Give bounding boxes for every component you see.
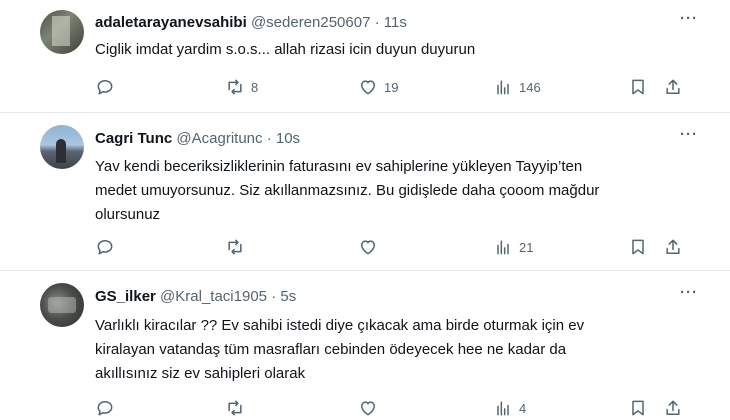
reply-button[interactable] bbox=[95, 236, 121, 258]
separator-dot: · bbox=[374, 14, 380, 31]
avatar-image bbox=[48, 297, 76, 313]
share-button[interactable] bbox=[663, 397, 683, 419]
retweet-button[interactable] bbox=[225, 397, 251, 419]
avatar-image bbox=[56, 139, 66, 163]
bookmark-icon bbox=[632, 79, 644, 95]
view-count: 146 bbox=[519, 79, 541, 95]
more-dots-icon[interactable]: ··· bbox=[680, 10, 698, 27]
view-count: 21 bbox=[519, 239, 534, 255]
reply-icon bbox=[97, 240, 113, 255]
tweet-text: Varlıklı kiracılar ?? Ev sahibi istedi d… bbox=[95, 314, 695, 386]
avatar-image bbox=[52, 16, 70, 46]
retweet-button[interactable]: 8 bbox=[225, 76, 258, 98]
user-handle[interactable]: @Kral_taci1905 bbox=[160, 288, 267, 305]
separator-dot: · bbox=[266, 130, 272, 147]
share-icon bbox=[666, 400, 680, 415]
heart-icon bbox=[361, 401, 375, 416]
retweet-icon bbox=[228, 400, 242, 416]
share-button[interactable] bbox=[663, 236, 683, 258]
tweet-text: Yav kendi beceriksizliklerinin faturasın… bbox=[95, 155, 695, 227]
views-button[interactable]: 146 bbox=[493, 76, 541, 98]
user-handle[interactable]: @sederen250607 bbox=[251, 14, 371, 31]
share-button[interactable] bbox=[663, 76, 683, 98]
retweet-button[interactable] bbox=[225, 236, 251, 258]
view-count: 4 bbox=[519, 400, 527, 416]
tweet-text-line: Ciglik imdat yardim s.o.s... allah rizas… bbox=[95, 41, 476, 58]
tweet-text: Ciglik imdat yardim s.o.s... allah rizas… bbox=[95, 38, 695, 62]
tweet-feed: adaletarayanevsahibi @sederen250607 · 11… bbox=[0, 0, 730, 420]
like-button[interactable]: 19 bbox=[358, 76, 398, 98]
tweet-header: adaletarayanevsahibi @sederen250607 · 11… bbox=[95, 14, 407, 31]
tweet-text-line: Yav kendi beceriksizliklerinin faturasın… bbox=[95, 158, 583, 175]
more-dots-icon[interactable]: ··· bbox=[680, 284, 698, 301]
avatar[interactable] bbox=[40, 10, 84, 54]
avatar[interactable] bbox=[40, 125, 84, 169]
bookmark-icon bbox=[632, 400, 644, 416]
tweet-actions: 8 19 146 bbox=[95, 76, 685, 98]
timestamp[interactable]: 11s bbox=[384, 14, 407, 31]
tweet-text-line: medet umuyorsunuz. Siz akıllanmazsınız. … bbox=[95, 182, 600, 199]
tweet-actions: 21 bbox=[95, 236, 685, 258]
views-chart-icon bbox=[497, 80, 509, 95]
user-handle[interactable]: @Acagritunc bbox=[176, 130, 262, 147]
like-button[interactable] bbox=[358, 397, 384, 419]
tweet-text-line: kiralayan vatandaş tüm masrafları cebind… bbox=[95, 341, 567, 358]
reply-button[interactable] bbox=[95, 76, 121, 98]
tweet-header: GS_ilker @Kral_taci1905 · 5s bbox=[95, 288, 296, 305]
tweet[interactable]: Cagri Tunc @Acagritunc · 10s ··· Yav ken… bbox=[0, 113, 730, 270]
reply-button[interactable] bbox=[95, 397, 121, 419]
timestamp[interactable]: 5s bbox=[280, 288, 296, 305]
views-chart-icon bbox=[497, 240, 509, 255]
heart-icon bbox=[361, 80, 375, 95]
timestamp[interactable]: 10s bbox=[276, 130, 300, 147]
reply-icon bbox=[97, 401, 113, 416]
views-chart-icon bbox=[497, 401, 509, 416]
share-icon bbox=[666, 79, 680, 94]
tweet[interactable]: adaletarayanevsahibi @sederen250607 · 11… bbox=[0, 0, 730, 112]
reply-icon bbox=[97, 80, 113, 95]
views-button[interactable]: 4 bbox=[493, 397, 526, 419]
tweet-text-line: olursunuz bbox=[95, 206, 161, 223]
tweet[interactable]: GS_ilker @Kral_taci1905 · 5s ··· Varlıkl… bbox=[0, 271, 730, 420]
like-button[interactable] bbox=[358, 236, 384, 258]
views-button[interactable]: 21 bbox=[493, 236, 533, 258]
bookmark-button[interactable] bbox=[628, 236, 648, 258]
like-count: 19 bbox=[384, 79, 399, 95]
tweet-actions: 4 bbox=[95, 397, 685, 419]
display-name[interactable]: GS_ilker bbox=[95, 288, 156, 305]
avatar[interactable] bbox=[40, 283, 84, 327]
display-name[interactable]: Cagri Tunc bbox=[95, 130, 172, 147]
tweet-text-line: akıllısınız siz ev sahipleri olarak bbox=[95, 365, 306, 382]
bookmark-button[interactable] bbox=[628, 76, 648, 98]
tweet-text-line: Varlıklı kiracılar ?? Ev sahibi istedi d… bbox=[95, 317, 585, 334]
heart-icon bbox=[361, 240, 375, 255]
bookmark-icon bbox=[632, 239, 644, 255]
bookmark-button[interactable] bbox=[628, 397, 648, 419]
retweet-icon bbox=[228, 239, 242, 255]
separator-dot: · bbox=[271, 288, 277, 305]
tweet-header: Cagri Tunc @Acagritunc · 10s bbox=[95, 130, 300, 147]
retweet-icon bbox=[228, 79, 242, 95]
more-dots-icon[interactable]: ··· bbox=[680, 126, 698, 143]
share-icon bbox=[666, 239, 680, 254]
display-name[interactable]: adaletarayanevsahibi bbox=[95, 14, 247, 31]
retweet-count: 8 bbox=[251, 79, 259, 95]
